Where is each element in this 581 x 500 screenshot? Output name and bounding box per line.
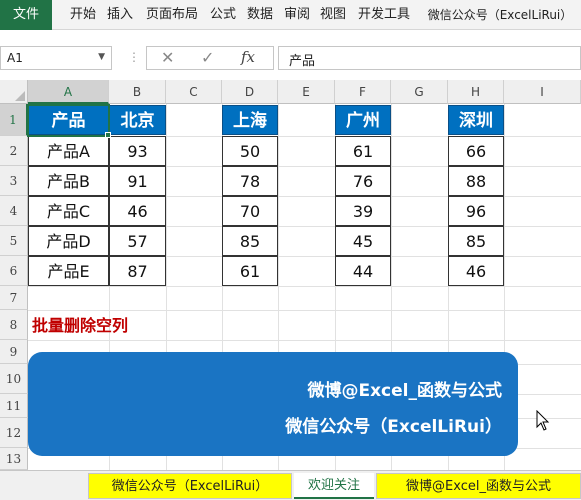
col-header-e[interactable]: E xyxy=(278,80,335,104)
row-header-11[interactable]: 11 xyxy=(0,394,28,418)
row-header-12[interactable]: 12 xyxy=(0,418,28,448)
table-cell[interactable]: 66 xyxy=(448,136,504,166)
row-header-3[interactable]: 3 xyxy=(0,166,28,196)
formula-value: 产品 xyxy=(289,54,316,69)
tab-data[interactable]: 数据 xyxy=(243,0,277,30)
table-cell[interactable]: 91 xyxy=(109,166,166,196)
sheet-tab-welcome[interactable]: 欢迎关注 xyxy=(294,473,374,499)
row-header-2[interactable]: 2 xyxy=(0,136,28,166)
close-icon[interactable]: ✕ xyxy=(161,48,174,67)
table-cell[interactable]: 70 xyxy=(222,196,278,226)
sheet-tab-wechat[interactable]: 微信公众号（ExcelLiRui） xyxy=(88,473,292,499)
table-cell[interactable]: 88 xyxy=(448,166,504,196)
row-header-9[interactable]: 9 xyxy=(0,340,28,364)
tab-view[interactable]: 视图 xyxy=(316,0,350,30)
name-box-value: A1 xyxy=(7,51,23,65)
fill-handle[interactable] xyxy=(105,132,111,138)
row-header-13[interactable]: 13 xyxy=(0,448,28,470)
table-cell[interactable]: 50 xyxy=(222,136,278,166)
table-cell[interactable]: 61 xyxy=(222,256,278,286)
tab-home[interactable]: 开始 xyxy=(66,0,100,30)
table-cell[interactable]: 产品A xyxy=(28,136,109,166)
table-cell[interactable]: 46 xyxy=(109,196,166,226)
tab-developer[interactable]: 开发工具 xyxy=(353,0,415,30)
select-all-corner[interactable] xyxy=(0,80,28,104)
row-header-10[interactable]: 10 xyxy=(0,364,28,394)
table-cell[interactable]: 产品B xyxy=(28,166,109,196)
sheet-tab-bar: 微信公众号（ExcelLiRui） 欢迎关注 微博@Excel_函数与公式 xyxy=(0,470,581,500)
gridline xyxy=(28,310,581,311)
tab-insert[interactable]: 插入 xyxy=(103,0,137,30)
row-header-8[interactable]: 8 xyxy=(0,310,28,340)
header-cell-guangzhou[interactable]: 广州 xyxy=(335,105,391,135)
tab-wechat[interactable]: 微信公众号（ExcelLiRui） xyxy=(419,0,581,30)
tab-formulas[interactable]: 公式 xyxy=(206,0,240,30)
sheet-tab-weibo[interactable]: 微博@Excel_函数与公式 xyxy=(376,473,581,499)
tab-file[interactable]: 文件 xyxy=(0,0,52,30)
table-cell[interactable]: 76 xyxy=(335,166,391,196)
table-cell[interactable]: 产品E xyxy=(28,256,109,286)
banner-weibo-text: 微博@Excel_函数与公式 xyxy=(307,381,502,401)
header-cell-beijing[interactable]: 北京 xyxy=(109,105,166,135)
table-cell[interactable]: 44 xyxy=(335,256,391,286)
function-icon[interactable]: fx xyxy=(241,48,255,66)
table-cell[interactable]: 57 xyxy=(109,226,166,256)
header-cell-shanghai[interactable]: 上海 xyxy=(222,105,278,135)
table-cell[interactable]: 85 xyxy=(448,226,504,256)
formula-bar: A1 ▼ ⋮ ✕ ✓ fx 产品 xyxy=(0,40,581,76)
active-cell-outline xyxy=(27,104,110,137)
table-cell[interactable]: 46 xyxy=(448,256,504,286)
table-cell[interactable]: 产品D xyxy=(28,226,109,256)
ribbon-tab-bar: 文件 开始 插入 页面布局 公式 数据 审阅 视图 开发工具 微信公众号（Exc… xyxy=(0,0,581,30)
col-header-h[interactable]: H xyxy=(448,80,504,104)
table-cell[interactable]: 87 xyxy=(109,256,166,286)
col-header-b[interactable]: B xyxy=(109,80,166,104)
more-icon: ⋮ xyxy=(128,50,141,64)
col-header-c[interactable]: C xyxy=(166,80,222,104)
table-cell[interactable]: 45 xyxy=(335,226,391,256)
col-header-i[interactable]: I xyxy=(504,80,581,104)
mouse-pointer-icon xyxy=(536,410,550,431)
formula-input[interactable]: 产品 xyxy=(278,46,581,70)
row-header-7[interactable]: 7 xyxy=(0,286,28,310)
name-box[interactable]: A1 ▼ xyxy=(0,46,112,70)
check-icon[interactable]: ✓ xyxy=(201,48,214,67)
col-header-f[interactable]: F xyxy=(335,80,391,104)
select-all-icon xyxy=(15,91,25,101)
gridline xyxy=(28,340,581,341)
gridline xyxy=(28,286,581,287)
row-header-4[interactable]: 4 xyxy=(0,196,28,226)
col-header-g[interactable]: G xyxy=(391,80,448,104)
banner-wechat-text: 微信公众号（ExcelLiRui） xyxy=(285,417,502,437)
chevron-down-icon[interactable]: ▼ xyxy=(98,52,105,62)
row-header-6[interactable]: 6 xyxy=(0,256,28,286)
sheet-title: 批量删除空列 xyxy=(32,316,129,335)
row-header-5[interactable]: 5 xyxy=(0,226,28,256)
table-cell[interactable]: 产品C xyxy=(28,196,109,226)
tab-page-layout[interactable]: 页面布局 xyxy=(140,0,204,30)
table-cell[interactable]: 39 xyxy=(335,196,391,226)
table-cell[interactable]: 96 xyxy=(448,196,504,226)
table-cell[interactable]: 85 xyxy=(222,226,278,256)
header-cell-shenzhen[interactable]: 深圳 xyxy=(448,105,504,135)
table-cell[interactable]: 78 xyxy=(222,166,278,196)
table-cell[interactable]: 61 xyxy=(335,136,391,166)
row-header-1[interactable]: 1 xyxy=(0,104,28,136)
col-header-a[interactable]: A xyxy=(28,80,109,104)
col-header-d[interactable]: D xyxy=(222,80,278,104)
tab-review[interactable]: 审阅 xyxy=(280,0,314,30)
table-cell[interactable]: 93 xyxy=(109,136,166,166)
promo-banner: 微博@Excel_函数与公式 微信公众号（ExcelLiRui） xyxy=(28,352,518,456)
formula-buttons: ✕ ✓ fx xyxy=(146,46,274,70)
